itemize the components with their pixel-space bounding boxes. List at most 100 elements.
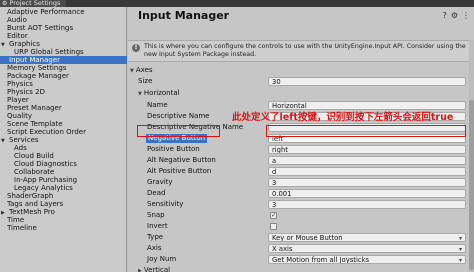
category-item[interactable]: Cloud Diagnostics <box>14 160 77 168</box>
property-label[interactable]: ▶ Vertical <box>138 266 170 272</box>
category-label: Input Manager <box>9 56 61 64</box>
category-item[interactable]: Legacy Analytics <box>14 184 73 192</box>
category-label: Physics 2D <box>7 88 45 96</box>
info-icon: ! <box>132 44 140 52</box>
property-label: Descriptive Name <box>147 112 209 121</box>
category-item[interactable]: Tags and Layers <box>7 200 63 208</box>
category-item[interactable]: In-App Purchasing <box>14 176 77 184</box>
property-input[interactable]: right <box>268 145 466 154</box>
category-item[interactable]: Audio <box>7 16 27 24</box>
property-label-text: Type <box>147 233 164 241</box>
property-dropdown[interactable]: Key or Mouse Button <box>268 233 466 242</box>
category-item[interactable]: Adaptive Performance <box>7 8 85 16</box>
property-label: Alt Negative Button <box>147 156 216 165</box>
property-label-text: Horizontal <box>143 89 180 97</box>
category-item[interactable]: Time <box>7 216 24 224</box>
category-item[interactable]: Collaborate <box>14 168 54 176</box>
negative-button-label-highlight <box>137 125 220 137</box>
annotation-note: 此处定义了left按键，识别到按下左箭头会返回true <box>232 112 454 123</box>
property-input[interactable]: d <box>268 167 466 176</box>
category-label: Script Execution Order <box>7 128 86 136</box>
property-label: Joy Num <box>147 255 176 264</box>
vertical-scrollbar[interactable] <box>469 40 474 272</box>
category-item[interactable]: Scene Template <box>7 120 63 128</box>
chevron-down-icon[interactable]: ▼ <box>1 41 7 49</box>
header-tools: ? ⚙ ⋮ <box>443 11 470 20</box>
category-item[interactable]: Quality <box>7 112 32 120</box>
chevron-down-icon[interactable]: ▼ <box>1 137 7 145</box>
property-label-text: Vertical <box>143 266 171 272</box>
scroll-thumb[interactable] <box>469 100 474 270</box>
category-item[interactable]: ▼ Graphics <box>1 40 40 48</box>
property-label: Sensitivity <box>147 200 183 209</box>
category-item[interactable]: Cloud Build <box>14 152 54 160</box>
category-item[interactable]: ShaderGraph <box>7 192 53 200</box>
category-label: Editor <box>7 32 28 40</box>
property-label: Snap <box>147 211 165 220</box>
chevron-right-icon[interactable]: ▶ <box>138 268 142 272</box>
window-title: Project Settings <box>9 0 61 7</box>
category-item[interactable]: Preset Manager <box>7 104 62 112</box>
property-label-text: Size <box>138 77 153 85</box>
category-label: TextMesh Pro <box>9 208 55 216</box>
property-checkbox[interactable] <box>270 223 277 230</box>
property-label-text: Dead <box>147 189 166 197</box>
chevron-down-icon[interactable]: ▼ <box>138 91 142 97</box>
property-label: Invert <box>147 222 168 231</box>
category-label: Player <box>7 96 29 104</box>
category-item[interactable]: ▼ Services <box>1 136 39 144</box>
negative-button-field-highlight <box>266 125 466 137</box>
window-titlebar: ⚙ Project Settings <box>0 0 474 7</box>
category-label: Time <box>7 216 25 224</box>
property-dropdown[interactable]: Get Motion from all Joysticks <box>268 255 466 264</box>
property-label: Gravity <box>147 178 173 187</box>
property-label: Name <box>147 101 168 110</box>
settings-icon[interactable]: ⚙ <box>451 11 458 20</box>
category-item[interactable]: Input Manager <box>0 56 127 64</box>
property-checkbox[interactable]: ✓ <box>270 212 277 219</box>
category-item[interactable]: Physics <box>7 80 33 88</box>
category-label: In-App Purchasing <box>14 176 78 184</box>
property-input[interactable]: 3 <box>268 178 466 187</box>
category-item[interactable]: Memory Settings <box>7 64 66 72</box>
property-label-text: Alt Positive Button <box>147 167 212 175</box>
category-item[interactable]: URP Global Settings <box>14 48 84 56</box>
category-label: Audio <box>7 16 27 24</box>
category-label: Services <box>9 136 39 144</box>
settings-category-list: Adaptive Performance Audio Burst AOT Setti… <box>0 7 127 272</box>
chevron-down-icon[interactable]: ▼ <box>130 68 134 74</box>
category-label: Collaborate <box>14 168 55 176</box>
property-label: Type <box>147 233 163 242</box>
window-tab[interactable]: ⚙ Project Settings <box>0 0 67 7</box>
property-label-text: Snap <box>147 211 165 219</box>
category-label: Burst AOT Settings <box>7 24 74 32</box>
category-item[interactable]: Package Manager <box>7 72 69 80</box>
property-dropdown[interactable]: X axis <box>268 244 466 253</box>
property-input[interactable]: 0.001 <box>268 189 466 198</box>
property-label-text: Gravity <box>147 178 173 186</box>
category-item[interactable]: Script Execution Order <box>7 128 86 136</box>
category-item[interactable]: Editor <box>7 32 28 40</box>
property-input[interactable]: 3 <box>268 200 466 209</box>
category-item[interactable]: Burst AOT Settings <box>7 24 73 32</box>
category-item[interactable]: Ads <box>14 144 27 152</box>
category-label: Quality <box>7 112 33 120</box>
category-label: Timeline <box>7 224 37 232</box>
property-label-text: Positive Button <box>147 145 200 153</box>
property-label-text: Sensitivity <box>147 200 184 208</box>
more-icon[interactable]: ⋮ <box>462 11 470 20</box>
property-label-text: Joy Num <box>147 255 177 263</box>
category-item[interactable]: Timeline <box>7 224 37 232</box>
category-item[interactable]: Physics 2D <box>7 88 45 96</box>
category-item[interactable]: ▶ TextMesh Pro <box>1 208 55 216</box>
property-input[interactable]: 30 <box>268 77 466 86</box>
category-label: Adaptive Performance <box>7 8 85 16</box>
category-label: Physics <box>7 80 33 88</box>
property-label: Positive Button <box>147 145 200 154</box>
category-item[interactable]: Player <box>7 96 29 104</box>
property-input[interactable]: a <box>268 156 466 165</box>
property-label[interactable]: ▼ Axes <box>130 66 153 75</box>
property-label[interactable]: ▼ Horizontal <box>138 89 180 98</box>
gear-icon: ⚙ <box>2 0 8 7</box>
help-icon[interactable]: ? <box>443 11 447 20</box>
